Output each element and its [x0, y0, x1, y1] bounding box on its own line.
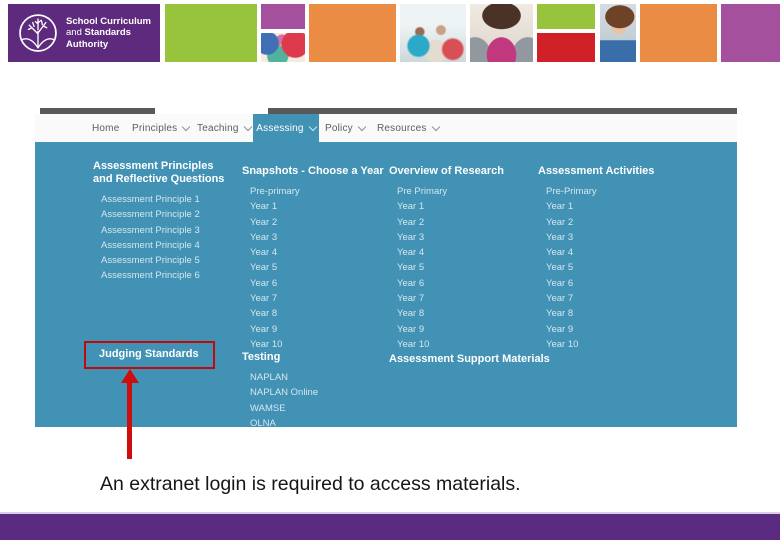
- menu-item[interactable]: Year 7: [389, 291, 504, 306]
- menu-item[interactable]: Year 7: [538, 291, 654, 306]
- menu-item[interactable]: Year 3: [389, 230, 504, 245]
- slide-caption: An extranet login is required to access …: [100, 473, 521, 495]
- menu-item[interactable]: Year 2: [242, 215, 384, 230]
- banner-photo-student: [600, 4, 636, 62]
- menu-item[interactable]: Year 10: [242, 337, 384, 352]
- logo-line1: School Curriculum: [66, 15, 151, 27]
- logo-line2: and Standards: [66, 27, 131, 39]
- menu-item[interactable]: NAPLAN: [242, 370, 318, 385]
- menu-section-heading[interactable]: Overview of Research: [389, 165, 504, 178]
- menu-item[interactable]: Year 5: [242, 260, 384, 275]
- menu-item[interactable]: Year 5: [538, 260, 654, 275]
- banner-tile-orange-2: [640, 4, 717, 62]
- banner-photo-teacher: [470, 4, 533, 62]
- menu-item[interactable]: Year 4: [538, 245, 654, 260]
- banner-tile-purple: [721, 4, 780, 62]
- menu-item[interactable]: Year 7: [242, 291, 384, 306]
- menu-item[interactable]: WAMSE: [242, 401, 318, 416]
- menu-item[interactable]: Year 3: [242, 230, 384, 245]
- menu-item[interactable]: Year 4: [242, 245, 384, 260]
- banner-tile-red: [537, 33, 595, 62]
- menu-item[interactable]: Year 6: [242, 276, 384, 291]
- menu-item[interactable]: Assessment Principle 5: [93, 253, 231, 268]
- menu-item[interactable]: Year 6: [389, 276, 504, 291]
- menu-section-testing: Testing NAPLAN NAPLAN Online WAMSE OLNA: [242, 351, 318, 427]
- scsa-logo: School Curriculum and Standards Authorit…: [8, 4, 160, 62]
- menu-item[interactable]: Year 8: [538, 306, 654, 321]
- chevron-down-icon: [357, 122, 367, 131]
- footer-bar: [0, 512, 780, 540]
- menu-item[interactable]: Year 2: [538, 215, 654, 230]
- nav-item-policy[interactable]: Policy: [325, 114, 367, 142]
- menu-item[interactable]: Year 10: [538, 337, 654, 352]
- tree-logo-icon: [19, 14, 57, 52]
- nav-item-assessing[interactable]: Assessing: [253, 114, 319, 142]
- menu-item[interactable]: Year 6: [538, 276, 654, 291]
- menu-section-heading[interactable]: Testing: [242, 351, 318, 364]
- chevron-down-icon: [182, 122, 191, 131]
- website-screenshot: Home Principles Teaching Assessing Polic…: [35, 108, 737, 428]
- menu-item[interactable]: Pre Primary: [389, 184, 504, 199]
- banner-tile-green-small: [537, 4, 595, 29]
- menu-section-heading[interactable]: Snapshots - Choose a Year: [242, 165, 384, 178]
- menu-item[interactable]: Assessment Principle 4: [93, 238, 231, 253]
- menu-item[interactable]: Assessment Principle 6: [93, 268, 231, 283]
- menu-item[interactable]: Year 5: [389, 260, 504, 275]
- menu-item[interactable]: Assessment Principle 3: [93, 223, 231, 238]
- assessing-mega-menu: Assessment Principles and Reflective Que…: [35, 142, 737, 427]
- menu-section-heading[interactable]: Judging Standards: [99, 348, 199, 361]
- chevron-down-icon: [243, 122, 252, 131]
- menu-item[interactable]: Year 1: [538, 199, 654, 214]
- nav-item-teaching[interactable]: Teaching: [197, 114, 252, 142]
- menu-column-activities: Assessment Activities Pre-Primary Year 1…: [538, 165, 654, 352]
- slide: School Curriculum and Standards Authorit…: [0, 0, 780, 540]
- menu-item[interactable]: Year 9: [538, 322, 654, 337]
- menu-item[interactable]: Assessment Principle 2: [93, 207, 231, 222]
- menu-item[interactable]: Year 4: [389, 245, 504, 260]
- menu-column-research: Overview of Research Pre Primary Year 1 …: [389, 165, 504, 352]
- menu-item[interactable]: Year 9: [242, 322, 384, 337]
- banner-tile-orange: [309, 4, 396, 62]
- judging-standards-highlight-box[interactable]: Judging Standards: [84, 341, 215, 369]
- menu-item[interactable]: Year 9: [389, 322, 504, 337]
- menu-item[interactable]: Assessment Principle 1: [93, 192, 231, 207]
- menu-column-snapshots: Snapshots - Choose a Year Pre-primary Ye…: [242, 165, 384, 352]
- menu-item[interactable]: OLNA: [242, 416, 318, 427]
- menu-item[interactable]: Year 1: [242, 199, 384, 214]
- menu-section-support-materials: Assessment Support Materials: [389, 353, 550, 372]
- menu-section-heading[interactable]: Assessment Activities: [538, 165, 654, 178]
- banner-tile-purple-small: [261, 4, 305, 29]
- menu-section-heading[interactable]: Assessment Principles and Reflective Que…: [93, 160, 231, 186]
- menu-item[interactable]: Year 2: [389, 215, 504, 230]
- menu-column-principles: Assessment Principles and Reflective Que…: [93, 160, 231, 284]
- menu-item[interactable]: Year 8: [242, 306, 384, 321]
- nav-item-resources[interactable]: Resources: [377, 114, 440, 142]
- nav-item-home[interactable]: Home: [92, 114, 119, 142]
- banner-photo-painted-hands: [261, 33, 305, 62]
- menu-item[interactable]: Pre-primary: [242, 184, 384, 199]
- nav-item-principles[interactable]: Principles: [132, 114, 191, 142]
- red-arrow-icon: [121, 369, 139, 383]
- banner-tile-green: [165, 4, 257, 62]
- chevron-down-icon: [308, 122, 317, 131]
- menu-section-heading[interactable]: Assessment Support Materials: [389, 353, 550, 366]
- menu-item[interactable]: Year 3: [538, 230, 654, 245]
- menu-item[interactable]: NAPLAN Online: [242, 385, 318, 400]
- logo-line3: Authority: [66, 38, 109, 50]
- menu-item[interactable]: Year 1: [389, 199, 504, 214]
- menu-item[interactable]: Year 10: [389, 337, 504, 352]
- menu-item[interactable]: Year 8: [389, 306, 504, 321]
- menu-item[interactable]: Pre-Primary: [538, 184, 654, 199]
- banner-photo-classroom: [400, 4, 466, 62]
- main-nav: Home Principles Teaching Assessing Polic…: [35, 114, 737, 142]
- photo-banner: School Curriculum and Standards Authorit…: [0, 0, 780, 66]
- red-arrow-shaft: [127, 382, 132, 459]
- chevron-down-icon: [431, 122, 440, 131]
